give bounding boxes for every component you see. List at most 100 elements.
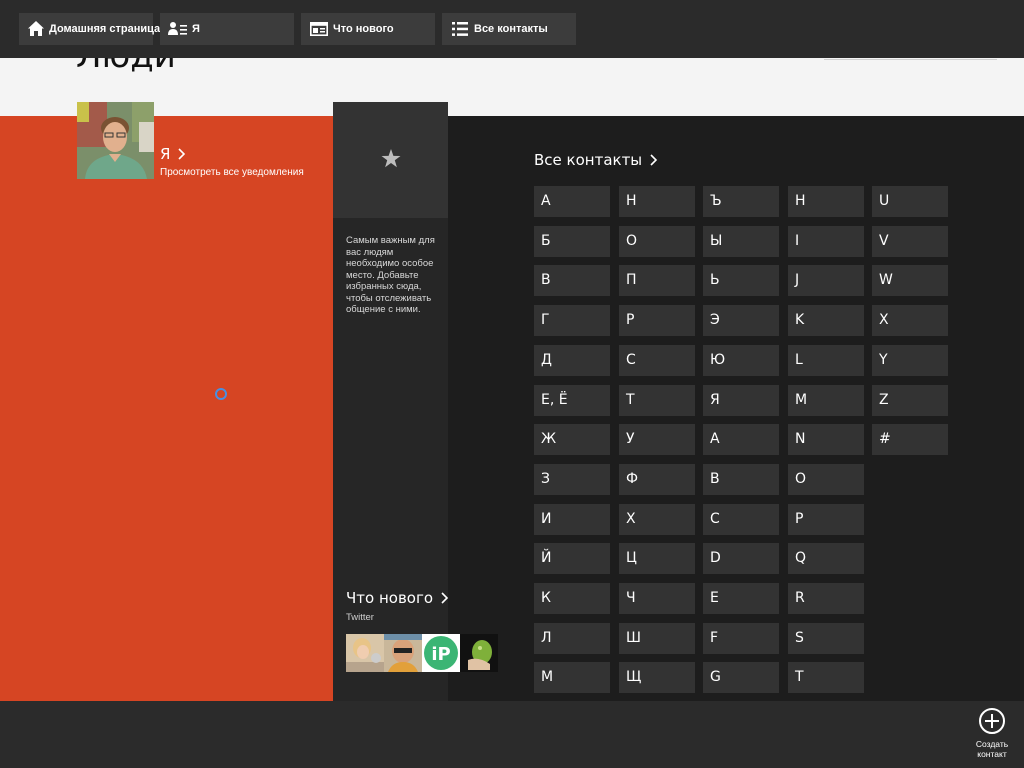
letter-tile[interactable]: F xyxy=(703,623,779,654)
letter-tile[interactable]: K xyxy=(788,305,864,336)
letter-tile[interactable]: Ц xyxy=(619,543,695,574)
whatsnew-link[interactable]: Что нового xyxy=(346,589,449,607)
letter-tile[interactable]: Б xyxy=(534,226,610,257)
letter-label: D xyxy=(710,550,721,566)
letter-tile[interactable]: Г xyxy=(534,305,610,336)
letter-tile[interactable]: # xyxy=(872,424,948,455)
letter-tile[interactable]: U xyxy=(872,186,948,217)
letter-tile[interactable]: Ы xyxy=(703,226,779,257)
letter-tile[interactable]: Q xyxy=(788,543,864,574)
letter-tile[interactable]: V xyxy=(872,226,948,257)
letter-tile[interactable]: D xyxy=(703,543,779,574)
me-name: Я xyxy=(160,145,171,163)
letter-tile[interactable]: Л xyxy=(534,623,610,654)
letter-tile[interactable]: X xyxy=(872,305,948,336)
letter-tile[interactable]: У xyxy=(619,424,695,455)
letter-tile[interactable]: E xyxy=(703,583,779,614)
letter-tile[interactable]: Ь xyxy=(703,265,779,296)
avatar[interactable] xyxy=(77,102,154,179)
letter-label: F xyxy=(710,630,719,646)
me-icon xyxy=(168,19,188,39)
letter-label: Л xyxy=(541,630,552,646)
letter-tile[interactable]: R xyxy=(788,583,864,614)
letter-tile[interactable]: Й xyxy=(534,543,610,574)
news-thumbnail[interactable] xyxy=(346,634,384,672)
letter-tile[interactable]: С xyxy=(619,345,695,376)
me-panel[interactable] xyxy=(0,116,333,701)
letter-label: У xyxy=(626,431,635,447)
letter-label: M xyxy=(795,392,808,408)
nav-allcontacts-button[interactable]: Все контакты xyxy=(442,13,576,45)
letter-tile[interactable]: O xyxy=(788,464,864,495)
whatsnew-source: Twitter xyxy=(346,612,374,623)
letter-label: А xyxy=(541,193,551,209)
loading-spinner xyxy=(215,388,227,400)
letter-tile[interactable]: N xyxy=(788,424,864,455)
letter-tile[interactable]: H xyxy=(788,186,864,217)
letter-tile[interactable]: Р xyxy=(619,305,695,336)
letter-tile[interactable]: И xyxy=(534,504,610,535)
letter-tile[interactable]: Е, Ё xyxy=(534,385,610,416)
letter-tile[interactable]: Э xyxy=(703,305,779,336)
letter-tile[interactable]: Y xyxy=(872,345,948,376)
letter-label: T xyxy=(795,669,804,685)
letter-tile[interactable]: З xyxy=(534,464,610,495)
news-thumbnail[interactable]: iP xyxy=(422,634,460,672)
letter-label: V xyxy=(879,233,889,249)
letter-tile[interactable]: J xyxy=(788,265,864,296)
news-thumbnail[interactable] xyxy=(384,634,422,672)
letter-label: Г xyxy=(541,312,550,328)
letter-tile[interactable]: Н xyxy=(619,186,695,217)
letter-tile[interactable]: B xyxy=(703,464,779,495)
letter-tile[interactable]: L xyxy=(788,345,864,376)
letter-tile[interactable]: О xyxy=(619,226,695,257)
letter-tile[interactable]: M xyxy=(788,385,864,416)
letter-tile[interactable]: Ч xyxy=(619,583,695,614)
letter-tile[interactable]: Д xyxy=(534,345,610,376)
me-link[interactable]: Я xyxy=(160,145,186,163)
letter-tile[interactable]: P xyxy=(788,504,864,535)
letter-label: К xyxy=(541,590,551,606)
letter-tile[interactable]: Z xyxy=(872,385,948,416)
letter-tile[interactable]: Я xyxy=(703,385,779,416)
letter-label: И xyxy=(541,511,552,527)
create-contact-button[interactable]: Создать контакт xyxy=(968,708,1016,764)
letter-tile[interactable]: А xyxy=(534,186,610,217)
letter-tile[interactable]: Ъ xyxy=(703,186,779,217)
letter-tile[interactable]: В xyxy=(534,265,610,296)
letter-label: E xyxy=(710,590,719,606)
chevron-right-icon xyxy=(647,151,658,169)
me-notifications-link[interactable]: Просмотреть все уведомления xyxy=(160,167,304,178)
letter-label: H xyxy=(795,193,806,209)
letter-tile[interactable]: W xyxy=(872,265,948,296)
letter-tile[interactable]: Ю xyxy=(703,345,779,376)
news-thumbnail[interactable] xyxy=(460,634,498,672)
letter-tile[interactable]: М xyxy=(534,662,610,693)
letter-tile[interactable]: S xyxy=(788,623,864,654)
letter-tile[interactable]: I xyxy=(788,226,864,257)
letter-label: В xyxy=(541,272,551,288)
bottom-app-bar xyxy=(0,701,1024,768)
letter-label: S xyxy=(795,630,804,646)
nav-me-button[interactable]: Я xyxy=(160,13,294,45)
letter-tile[interactable]: A xyxy=(703,424,779,455)
letter-tile[interactable]: T xyxy=(788,662,864,693)
letter-tile[interactable]: Ф xyxy=(619,464,695,495)
letter-tile[interactable]: Ш xyxy=(619,623,695,654)
letter-tile[interactable]: Щ xyxy=(619,662,695,693)
letter-tile[interactable]: C xyxy=(703,504,779,535)
nav-home-button[interactable]: Домашняя страница xyxy=(19,13,160,45)
search-box[interactable] xyxy=(824,59,997,60)
favorites-tile[interactable] xyxy=(333,102,448,218)
nav-whatsnew-button[interactable]: Что нового xyxy=(301,13,435,45)
letter-tile[interactable]: К xyxy=(534,583,610,614)
letter-tile[interactable]: Х xyxy=(619,504,695,535)
allcontacts-link[interactable]: Все контакты xyxy=(534,151,658,169)
letter-tile[interactable]: Т xyxy=(619,385,695,416)
letter-label: N xyxy=(795,431,806,447)
letter-tile[interactable]: П xyxy=(619,265,695,296)
letter-tile[interactable]: Ж xyxy=(534,424,610,455)
letter-label: Я xyxy=(710,392,720,408)
letter-tile[interactable]: G xyxy=(703,662,779,693)
letter-label: Ц xyxy=(626,550,637,566)
